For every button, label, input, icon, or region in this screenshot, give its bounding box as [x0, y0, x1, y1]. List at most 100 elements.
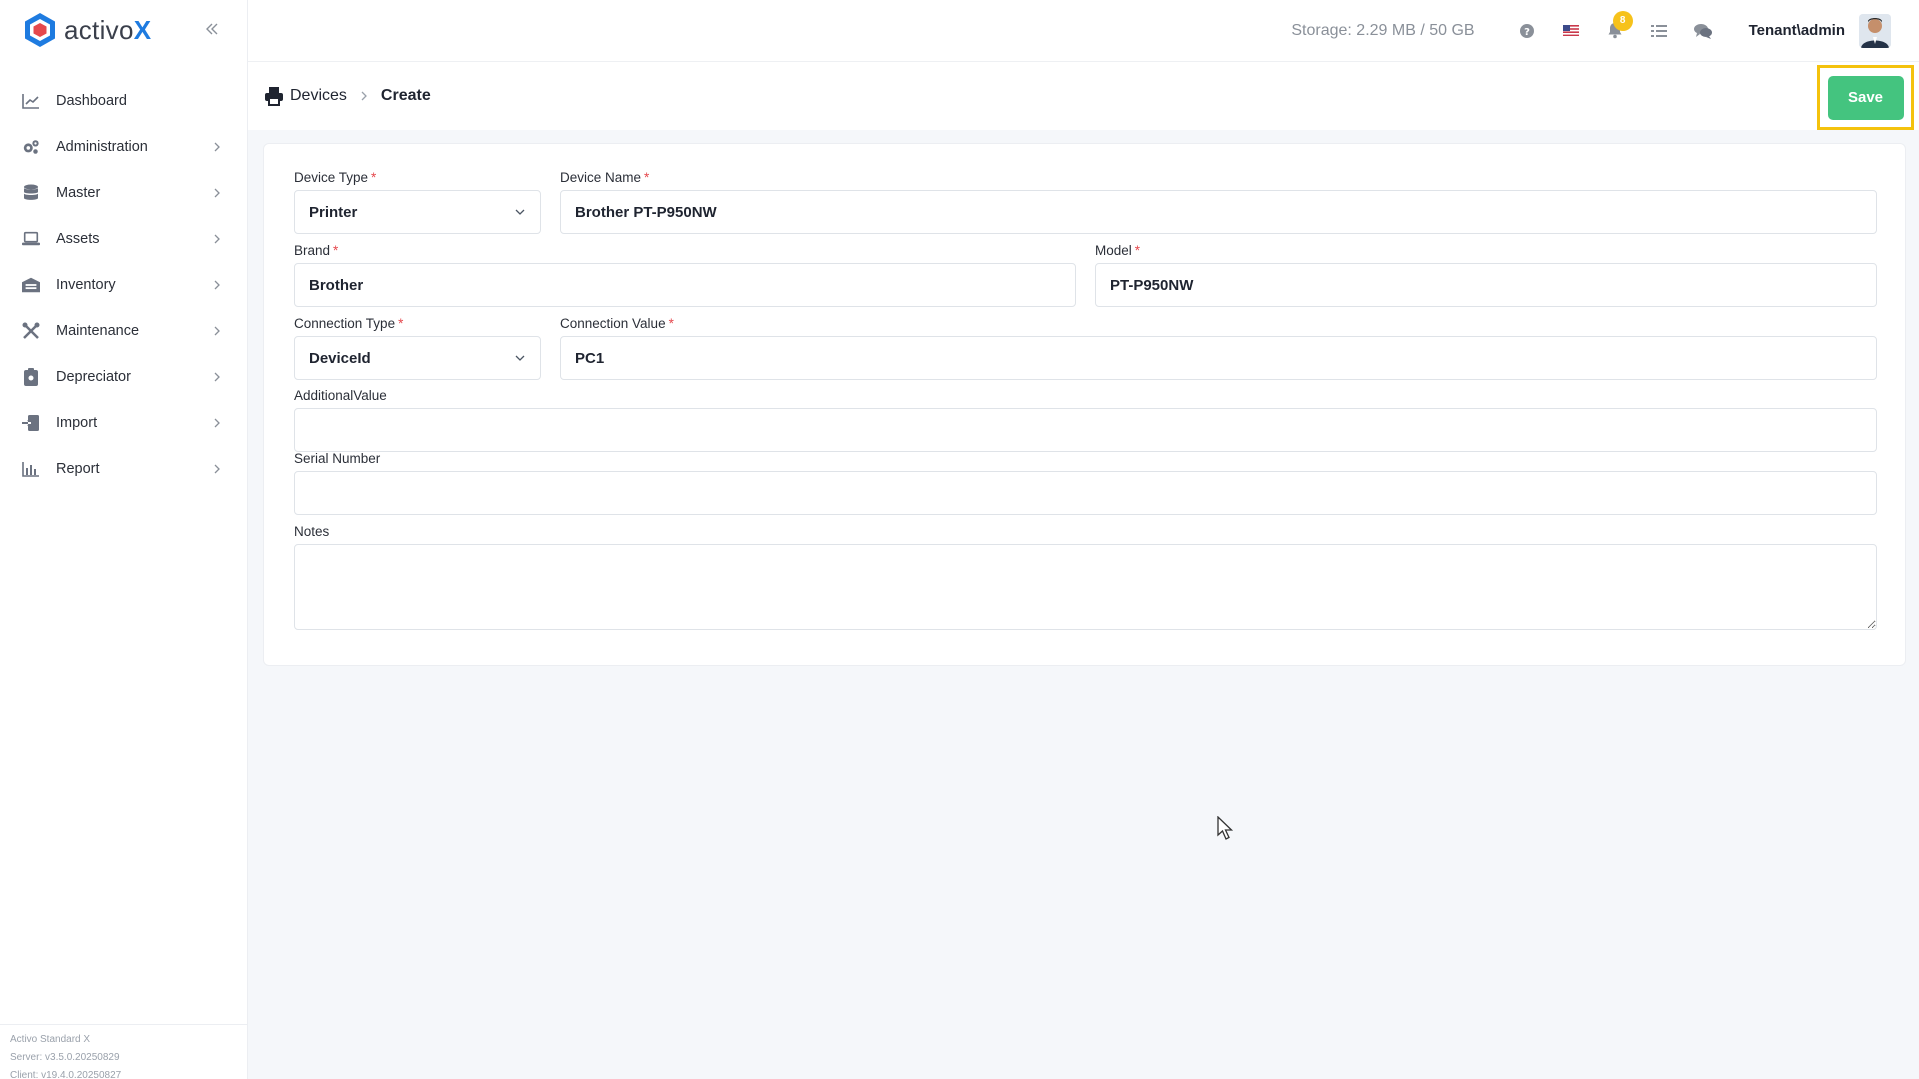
- chevron-down-icon: [515, 209, 525, 215]
- sidebar-item-depreciator[interactable]: Depreciator: [0, 354, 247, 400]
- breadcrumb-devices-link[interactable]: Devices: [290, 87, 347, 105]
- chart-line-icon: [22, 92, 40, 110]
- breadcrumb-current: Create: [380, 87, 431, 104]
- laptop-icon: [22, 230, 40, 248]
- import-icon: [22, 414, 40, 432]
- sidebar-item-assets[interactable]: Assets: [0, 216, 247, 262]
- connection-value-label: Connection Value *: [560, 316, 674, 331]
- database-icon: [22, 184, 40, 202]
- connection-type-label: Connection Type *: [294, 316, 404, 331]
- chevron-right-icon: [214, 188, 220, 198]
- sidebar-item-maintenance[interactable]: Maintenance: [0, 308, 247, 354]
- logo-hexagon-icon: [25, 13, 55, 47]
- connection-type-select[interactable]: DeviceId: [294, 336, 541, 380]
- svg-text:?: ?: [1524, 27, 1530, 38]
- chevron-right-icon: [214, 464, 220, 474]
- sidebar-item-label: Master: [56, 185, 101, 201]
- connection-type-value: DeviceId: [309, 349, 371, 367]
- help-button[interactable]: ?: [1517, 21, 1537, 41]
- device-type-field: Device Type * Printer: [294, 170, 541, 234]
- product-name: Activo Standard X: [10, 1034, 91, 1045]
- device-form: Device Type * Printer Device Name * Brothe…: [263, 143, 1906, 666]
- brand-label: Brand *: [294, 243, 339, 258]
- chevron-right-icon: [214, 372, 220, 382]
- sidebar-item-inventory[interactable]: Inventory: [0, 262, 247, 308]
- serial-number-input[interactable]: [294, 471, 1877, 515]
- model-field: Model * PT-P950NW: [1095, 243, 1877, 307]
- connection-value-field: Connection Value * PC1: [560, 316, 1877, 380]
- device-type-value: Printer: [309, 203, 358, 221]
- chevron-right-icon: [214, 234, 220, 244]
- task-list-button[interactable]: [1649, 21, 1669, 41]
- device-type-select[interactable]: Printer: [294, 190, 541, 234]
- storage-usage: Storage: 2.29 MB / 50 GB: [1291, 21, 1475, 39]
- sidebar-item-label: Depreciator: [56, 369, 131, 385]
- question-circle-icon: ?: [1519, 23, 1534, 38]
- model-input[interactable]: PT-P950NW: [1095, 263, 1877, 307]
- clipboard-icon: [22, 368, 40, 386]
- save-highlight: Save: [1817, 65, 1914, 130]
- client-version: Client: v19.4.0.20250827: [10, 1070, 122, 1079]
- language-button[interactable]: [1561, 21, 1581, 41]
- additional-value-input[interactable]: [294, 408, 1877, 452]
- chat-button[interactable]: [1693, 21, 1713, 41]
- connection-value-input[interactable]: PC1: [560, 336, 1877, 380]
- double-chevron-left-icon: [206, 23, 218, 35]
- gears-icon: [22, 138, 40, 156]
- notes-field: Notes: [294, 524, 1877, 630]
- sidebar-item-master[interactable]: Master: [0, 170, 247, 216]
- chevron-down-icon: [515, 355, 525, 361]
- notifications-button[interactable]: 8: [1605, 10, 1633, 41]
- chevron-right-icon: [214, 418, 220, 428]
- sidebar-item-dashboard[interactable]: Dashboard: [0, 78, 247, 124]
- logo[interactable]: activoX: [0, 0, 247, 60]
- sidebar-item-label: Administration: [56, 139, 148, 155]
- chevron-right-icon: [214, 326, 220, 336]
- avatar[interactable]: [1859, 13, 1891, 48]
- brand-input[interactable]: Brother: [294, 263, 1076, 307]
- brand-field: Brand * Brother: [294, 243, 1076, 307]
- serial-number-field: Serial Number: [294, 451, 1877, 515]
- bar-chart-icon: [22, 460, 40, 478]
- notes-label: Notes: [294, 524, 330, 539]
- sidebar-item-label: Report: [56, 461, 100, 477]
- connection-type-field: Connection Type * DeviceId: [294, 316, 541, 380]
- version-info: Activo Standard X Server: v3.5.0.2025082…: [0, 1024, 248, 1079]
- sidebar-item-administration[interactable]: Administration: [0, 124, 247, 170]
- user-avatar-icon: [1859, 13, 1891, 48]
- printer-icon: [264, 86, 284, 106]
- sidebar-item-import[interactable]: Import: [0, 400, 247, 446]
- device-name-label: Device Name *: [560, 170, 650, 185]
- logo-text: activoX: [64, 14, 152, 45]
- sidebar: activoX Dashboard Administration Master: [0, 0, 248, 1079]
- sidebar-item-label: Import: [56, 415, 98, 431]
- device-name-field: Device Name * Brother PT-P950NW: [560, 170, 1877, 234]
- breadcrumb: Devices Create: [248, 62, 1919, 130]
- additional-value-field: AdditionalValue: [294, 388, 1877, 452]
- sidebar-item-report[interactable]: Report: [0, 446, 247, 492]
- us-flag-icon: [1562, 25, 1579, 36]
- sidebar-item-label: Dashboard: [56, 93, 127, 109]
- additional-value-label: AdditionalValue: [294, 388, 387, 403]
- chevron-right-icon: [214, 142, 220, 152]
- sidebar-item-label: Inventory: [56, 277, 116, 293]
- sidebar-item-label: Maintenance: [56, 323, 140, 339]
- device-name-input[interactable]: Brother PT-P950NW: [560, 190, 1877, 234]
- mouse-cursor-icon: [1217, 816, 1234, 840]
- warehouse-icon: [22, 276, 40, 294]
- list-check-icon: [1650, 24, 1667, 37]
- collapse-sidebar-button[interactable]: [201, 18, 223, 40]
- sidebar-nav: Dashboard Administration Master Assets I…: [0, 78, 247, 492]
- notes-textarea[interactable]: [294, 544, 1877, 630]
- chat-bubbles-icon: [1693, 23, 1712, 39]
- user-name[interactable]: Tenant\admin: [1749, 22, 1845, 39]
- topbar: Storage: 2.29 MB / 50 GB ? 8 Tenant\admi…: [248, 0, 1919, 62]
- notification-count-badge: 8: [1612, 10, 1633, 31]
- server-version: Server: v3.5.0.20250829: [10, 1052, 120, 1063]
- device-type-label: Device Type *: [294, 170, 377, 185]
- save-button[interactable]: Save: [1827, 75, 1904, 120]
- tools-icon: [22, 322, 40, 340]
- chevron-right-icon: [361, 91, 367, 101]
- model-label: Model *: [1095, 243, 1141, 258]
- serial-number-label: Serial Number: [294, 451, 381, 466]
